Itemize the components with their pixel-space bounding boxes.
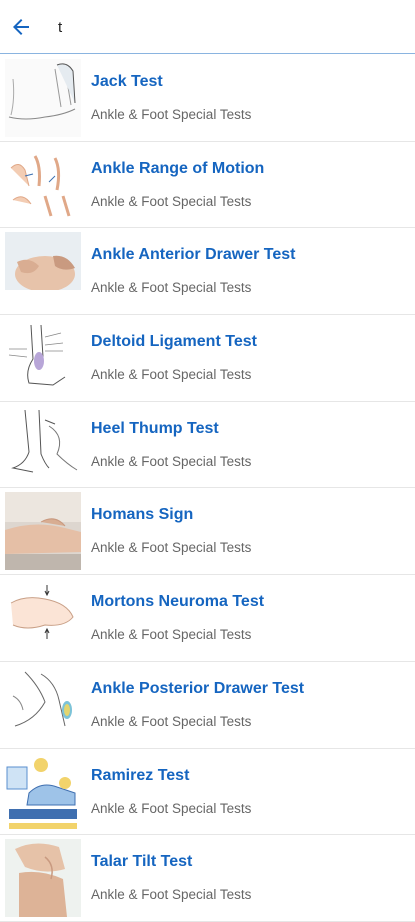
thumbnail-image — [5, 752, 81, 831]
search-input[interactable] — [52, 13, 414, 41]
item-category: Ankle & Foot Special Tests — [91, 713, 252, 729]
item-title: Talar Tilt Test — [91, 853, 193, 871]
item-title: Mortons Neuroma Test — [91, 593, 265, 611]
thumbnail-image — [5, 145, 81, 224]
list-item[interactable]: Jack Test Ankle & Foot Special Tests — [0, 55, 415, 142]
thumbnail-image — [5, 492, 81, 571]
thumbnail-image — [5, 232, 81, 311]
list-item[interactable]: Ramirez Test Ankle & Foot Special Tests — [0, 748, 415, 836]
thumbnail-image — [5, 839, 81, 918]
item-category: Ankle & Foot Special Tests — [91, 453, 252, 469]
list-item[interactable]: Ankle Anterior Drawer Test Ankle & Foot … — [0, 228, 415, 316]
item-title: Ankle Posterior Drawer Test — [91, 679, 305, 697]
item-category: Ankle & Foot Special Tests — [91, 193, 252, 209]
results-list: Jack Test Ankle & Foot Special Tests Ank… — [0, 55, 415, 922]
item-category: Ankle & Foot Special Tests — [91, 627, 252, 643]
back-button[interactable] — [6, 10, 36, 44]
item-title: Ramirez Test — [91, 766, 190, 784]
list-item[interactable]: Talar Tilt Test Ankle & Foot Special Tes… — [0, 835, 415, 922]
list-item[interactable]: Heel Thump Test Ankle & Foot Special Tes… — [0, 401, 415, 489]
item-category: Ankle & Foot Special Tests — [91, 367, 252, 383]
item-category: Ankle & Foot Special Tests — [91, 280, 252, 296]
item-title: Ankle Range of Motion — [91, 159, 265, 177]
list-item[interactable]: Mortons Neuroma Test Ankle & Foot Specia… — [0, 575, 415, 662]
item-category: Ankle & Foot Special Tests — [91, 540, 252, 556]
list-item[interactable]: Homans Sign Ankle & Foot Special Tests — [0, 488, 415, 576]
item-title: Deltoid Ligament Test — [91, 333, 257, 351]
arrow-left-icon — [13, 19, 29, 35]
thumbnail-image — [5, 405, 81, 484]
thumbnail-image — [5, 319, 81, 398]
item-title: Heel Thump Test — [91, 419, 219, 437]
item-title: Jack Test — [91, 73, 163, 90]
search-bar — [0, 0, 415, 54]
item-category: Ankle & Foot Special Tests — [91, 107, 252, 122]
list-item[interactable]: Ankle Range of Motion Ankle & Foot Speci… — [0, 141, 415, 229]
item-title: Homans Sign — [91, 506, 194, 524]
list-item[interactable]: Ankle Posterior Drawer Test Ankle & Foot… — [0, 661, 415, 749]
list-item[interactable]: Deltoid Ligament Test Ankle & Foot Speci… — [0, 315, 415, 402]
thumbnail-image — [5, 665, 81, 744]
item-title: Ankle Anterior Drawer Test — [91, 246, 296, 264]
thumbnail-image — [5, 59, 81, 137]
thumbnail-image — [5, 579, 81, 658]
item-category: Ankle & Foot Special Tests — [91, 800, 252, 816]
